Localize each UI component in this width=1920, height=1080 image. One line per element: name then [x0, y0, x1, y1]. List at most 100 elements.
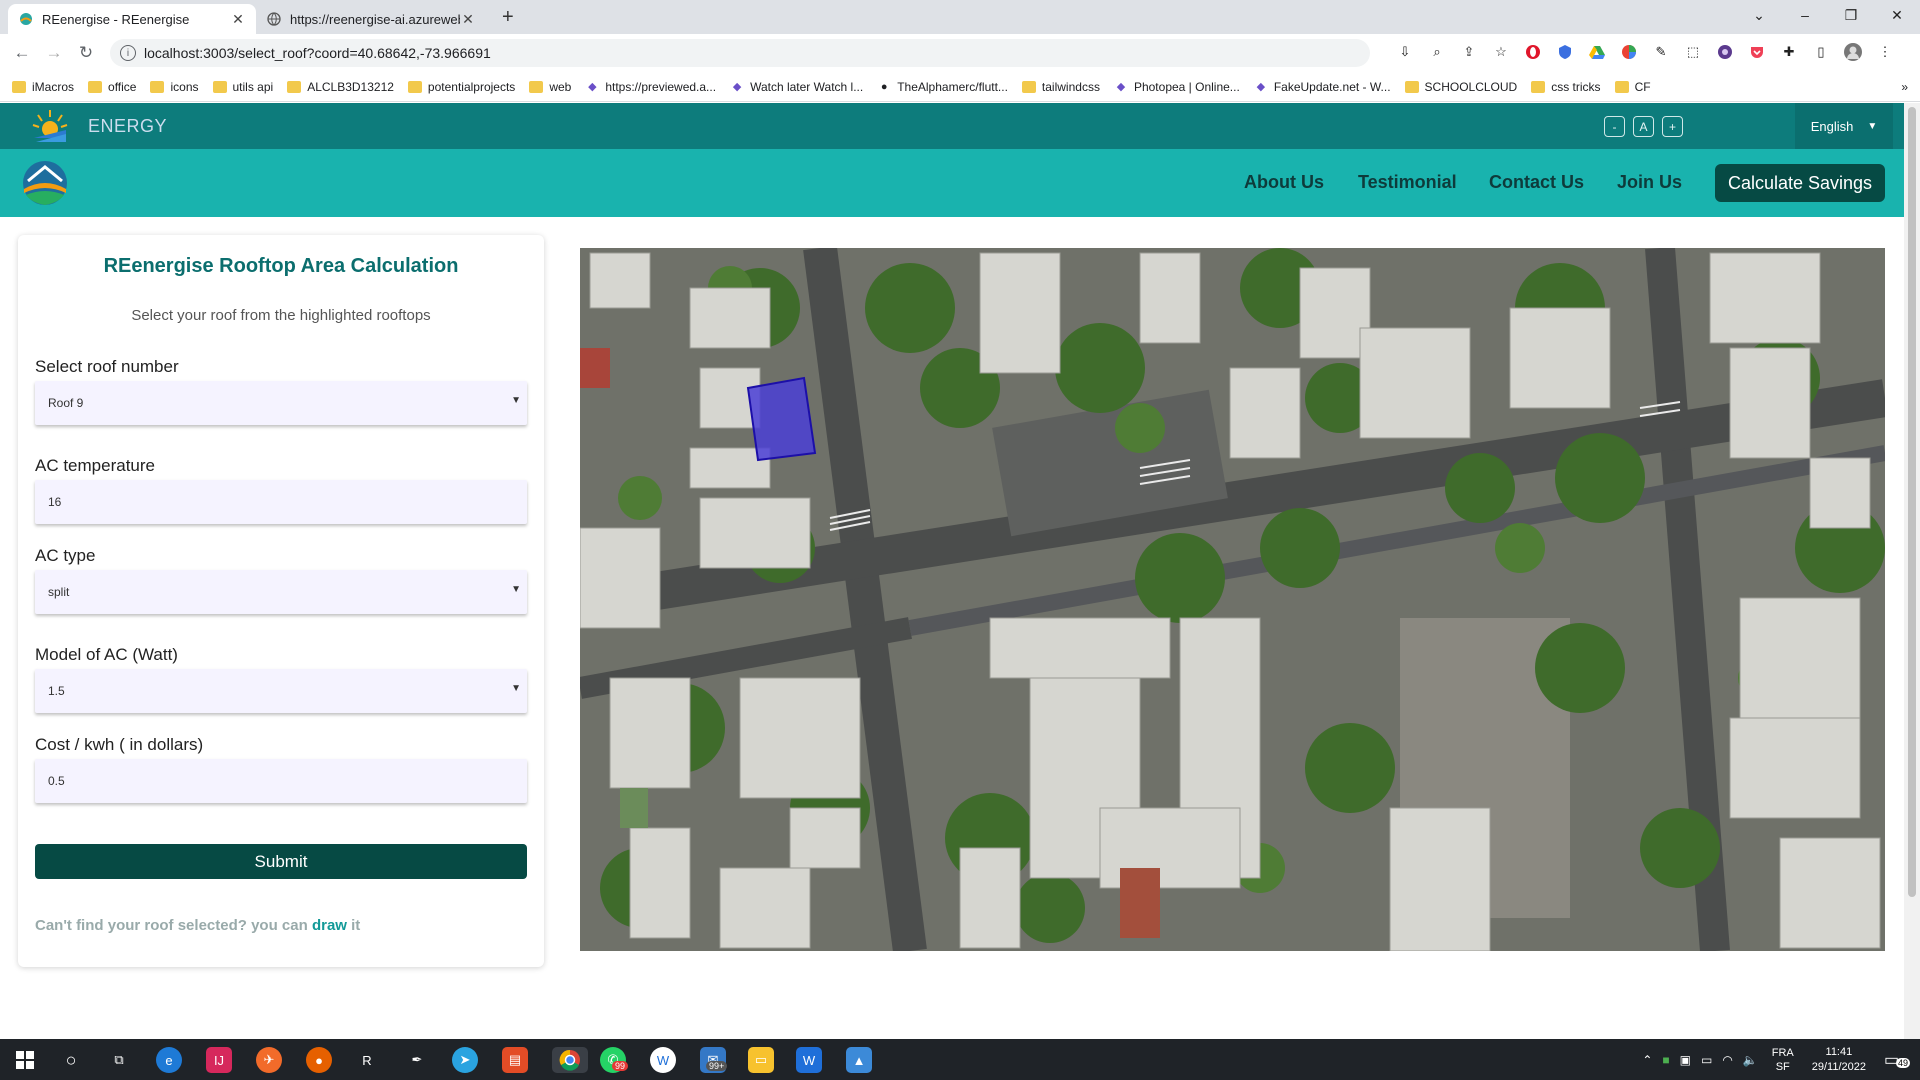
scrollbar-thumb[interactable] [1908, 107, 1916, 897]
bookmark-item[interactable]: iMacros [12, 80, 74, 94]
forward-icon[interactable]: → [38, 43, 70, 63]
edge-icon[interactable]: e [156, 1047, 182, 1073]
selected-roof-polygon[interactable] [746, 376, 817, 462]
minimize-icon[interactable]: – [1782, 0, 1828, 30]
bookmark-item[interactable]: ◆ FakeUpdate.net - W... [1254, 80, 1391, 94]
site-info-icon[interactable]: i [120, 45, 136, 61]
restore-icon[interactable]: ❐ [1828, 0, 1874, 30]
install-icon[interactable]: ⇩ [1395, 42, 1415, 62]
bookmark-item[interactable]: ◆ Photopea | Online... [1114, 80, 1240, 94]
volume-icon[interactable]: 🔈 [1743, 1053, 1758, 1067]
font-reset-button[interactable]: A [1633, 116, 1654, 137]
font-decrease-button[interactable]: - [1604, 116, 1625, 137]
rider-icon[interactable]: R [354, 1047, 380, 1073]
share-icon[interactable]: ⇪ [1459, 42, 1479, 62]
purple-extension-icon[interactable] [1715, 42, 1735, 62]
tray-chevron-icon[interactable]: ⌃ [1642, 1053, 1652, 1067]
bookmark-item[interactable]: tailwindcss [1021, 80, 1100, 94]
task-view-icon[interactable]: ⧉ [106, 1047, 132, 1073]
photos-icon[interactable]: ▲ [846, 1047, 872, 1073]
nav-about-us[interactable]: About Us [1244, 172, 1324, 193]
language-select[interactable]: English ▼ [1795, 103, 1893, 149]
battery-icon[interactable]: ▭ [1701, 1053, 1712, 1067]
roof-number-select[interactable]: Roof 9 ▼ [35, 381, 527, 425]
nav-testimonial[interactable]: Testimonial [1358, 172, 1457, 193]
pocket-extension-icon[interactable] [1747, 42, 1767, 62]
input-language[interactable]: FRA SF [1772, 1046, 1794, 1074]
search-icon[interactable]: ○ [58, 1047, 84, 1073]
screenshot-extension-icon[interactable]: ⬚ [1683, 42, 1703, 62]
satellite-map[interactable] [580, 248, 1885, 951]
chrome-icon[interactable] [552, 1047, 588, 1073]
nav-join-us[interactable]: Join Us [1617, 172, 1682, 193]
new-tab-button[interactable]: + [502, 6, 514, 29]
bookmark-star-icon[interactable]: ☆ [1491, 42, 1511, 62]
tray-app-icon[interactable]: ■ [1662, 1053, 1669, 1067]
bookmark-item[interactable]: ◆ Watch later Watch l... [730, 80, 863, 94]
network-icon[interactable]: ◠ [1722, 1053, 1732, 1067]
eyedropper-extension-icon[interactable]: ✎ [1651, 42, 1671, 62]
bookmark-item[interactable]: CF [1614, 80, 1651, 94]
tab-azure[interactable]: https://reenergise-ai.azurewebsit ✕ [256, 4, 486, 34]
extensions-puzzle-icon[interactable]: ✚ [1779, 42, 1799, 62]
profile-avatar-icon[interactable] [1843, 42, 1863, 62]
cost-input[interactable]: 0.5 [35, 759, 527, 803]
more-bookmarks-icon[interactable]: » [1901, 80, 1908, 94]
webstorm-icon[interactable]: W [796, 1047, 822, 1073]
github-icon: ● [880, 80, 888, 93]
bookmark-item[interactable]: web [529, 80, 571, 94]
reload-icon[interactable]: ↻ [70, 43, 102, 63]
bookmark-item[interactable]: ● TheAlphamerc/flutt... [877, 80, 1008, 94]
submit-button[interactable]: Submit [35, 844, 527, 879]
tab-reenergise[interactable]: REenergise - REenergise ✕ [8, 4, 256, 34]
tab-search-icon[interactable]: ⌄ [1736, 0, 1782, 30]
side-panel-icon[interactable]: ▯ [1811, 42, 1831, 62]
opera-extension-icon[interactable] [1523, 42, 1543, 62]
telegram-icon[interactable]: ➤ [452, 1047, 478, 1073]
tray-device-icon[interactable]: ▣ [1680, 1053, 1691, 1067]
menu-kebab-icon[interactable]: ⋮ [1875, 42, 1895, 62]
postman-icon[interactable]: ✈ [256, 1047, 282, 1073]
back-icon[interactable]: ← [6, 43, 38, 63]
inkscape-icon[interactable]: ✒ [404, 1047, 430, 1073]
file-explorer-icon[interactable]: ▭ [748, 1047, 774, 1073]
firefox-icon[interactable]: ● [306, 1047, 332, 1073]
address-bar[interactable]: i localhost:3003/select_roof?coord=40.68… [110, 39, 1370, 67]
notification-center-icon[interactable]: ▭ 49 [1884, 1050, 1914, 1070]
folder-icon [88, 80, 103, 93]
bookmark-label: TheAlphamerc/flutt... [897, 79, 1008, 94]
page-scrollbar[interactable] [1904, 103, 1920, 1039]
document-icon[interactable]: ▤ [502, 1047, 528, 1073]
site-navbar: About Us Testimonial Contact Us Join Us … [0, 149, 1904, 217]
bookmark-item[interactable]: potentialprojects [407, 79, 516, 94]
ac-model-select[interactable]: 1.5 ▼ [35, 669, 527, 713]
zoom-icon[interactable]: ⌕ [1427, 42, 1447, 62]
bookmark-item[interactable]: icons [150, 80, 199, 94]
font-increase-button[interactable]: + [1662, 116, 1683, 137]
shield-extension-icon[interactable] [1555, 42, 1575, 62]
clock-time: 11:41 [1825, 1045, 1853, 1058]
bookmark-item[interactable]: css tricks [1531, 80, 1601, 94]
drive-extension-icon[interactable] [1587, 42, 1607, 62]
whatsapp-badge: 99 [612, 1061, 629, 1071]
tab-close-icon[interactable]: ✕ [460, 11, 476, 28]
close-window-icon[interactable]: ✕ [1874, 0, 1920, 30]
intellij-icon[interactable]: IJ [206, 1047, 232, 1073]
word-icon[interactable]: W [650, 1047, 676, 1073]
tab-close-icon[interactable]: ✕ [230, 11, 246, 28]
clock[interactable]: 11:41 29/11/2022 [1812, 1045, 1866, 1075]
bookmark-item[interactable]: ALCLB3D13212 [287, 80, 394, 94]
nav-contact-us[interactable]: Contact Us [1489, 172, 1584, 193]
calculate-savings-button[interactable]: Calculate Savings [1715, 164, 1885, 202]
bookmark-item[interactable]: utils api [212, 80, 273, 94]
chevron-down-icon: ▼ [511, 584, 521, 595]
bookmark-item[interactable]: ◆ https://previewed.a... [585, 80, 716, 94]
ac-type-select[interactable]: split ▼ [35, 570, 527, 614]
bookmark-item[interactable]: SCHOOLCLOUD [1404, 80, 1517, 94]
bookmark-label: potentialprojects [427, 79, 516, 94]
draw-link[interactable]: draw [312, 917, 347, 934]
ac-temperature-input[interactable]: 16 [35, 480, 527, 524]
windows-start-icon[interactable] [12, 1047, 38, 1073]
color-extension-icon[interactable] [1619, 42, 1639, 62]
bookmark-item[interactable]: office [88, 80, 136, 94]
